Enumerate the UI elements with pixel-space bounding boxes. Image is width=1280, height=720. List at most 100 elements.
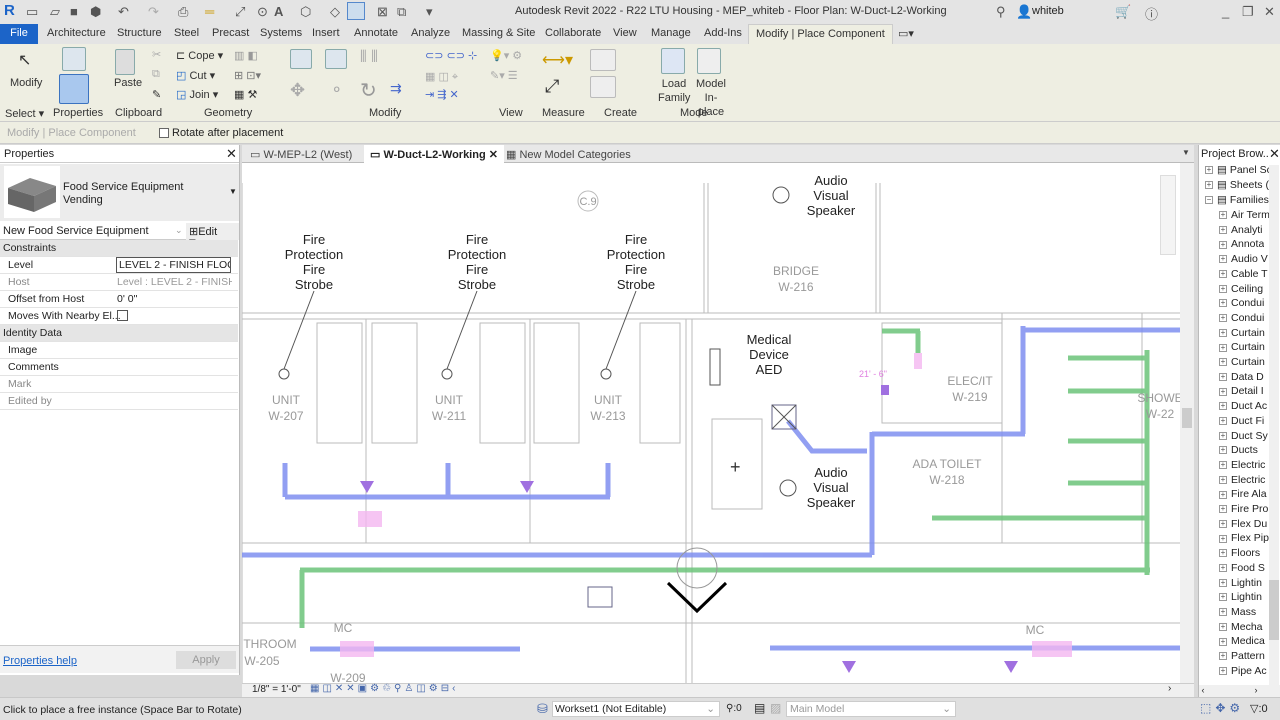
audio-visual-speaker-symbol[interactable] [779,479,797,497]
design-option-dropdown[interactable]: Main Model ⌄ [786,701,956,717]
browser-hscrollbar[interactable]: ‹ › [1199,685,1280,697]
browser-family-category[interactable]: + Annota [1219,238,1264,250]
binoculars-icon[interactable]: ⚲ [996,4,1006,20]
3d-view-icon[interactable]: ⬡ [300,4,311,20]
tag-icon[interactable]: ⊙ [257,4,268,20]
browser-family-category[interactable]: + Ducts [1219,444,1258,456]
load-family-icon[interactable] [661,48,685,74]
print-icon[interactable]: ⎙ [178,4,188,20]
audio-visual-speaker-symbol[interactable] [772,186,790,204]
minimize-icon[interactable]: _ [1222,4,1229,19]
cut-button[interactable]: ◰ Cut ▾ [176,69,215,82]
geometry-tools-icon[interactable]: ▥ ◧ [234,49,258,62]
expand-icon[interactable]: + [1219,505,1227,514]
browser-node-families[interactable]: − ▤ Families [1205,194,1269,206]
browser-family-category[interactable]: + Air Term [1219,209,1270,221]
browser-family-category[interactable]: + Cable T [1219,268,1268,280]
expand-icon[interactable]: + [1219,549,1227,558]
expand-icon[interactable]: + [1219,299,1227,308]
navigation-bar[interactable] [1160,175,1176,255]
modify-cursor-icon[interactable]: ↖ [18,50,31,70]
trim-icon[interactable]: ⇉ [390,80,402,97]
filter-icon[interactable]: ▽:0 [1250,702,1268,715]
browser-family-category[interactable]: + Lightin [1219,577,1262,589]
tab-collaborate[interactable]: Collaborate [545,27,601,39]
vertical-scrollbar[interactable] [1180,163,1194,683]
property-row[interactable]: Image [0,342,238,359]
override-icons[interactable]: ✎▾ ☰ [490,69,518,82]
expand-icon[interactable]: + [1219,284,1227,293]
expand-icon[interactable]: + [1219,666,1227,675]
copy-icon[interactable]: ⧉ [152,68,160,81]
expand-icon[interactable]: + [1219,240,1227,249]
browser-family-category[interactable]: + Curtain [1219,356,1265,368]
load-family-button[interactable]: Load Family [658,77,690,105]
folder-icon[interactable]: ▱ [50,4,60,20]
expand-icon[interactable]: + [1219,343,1227,352]
design-option-icon[interactable]: ▨ [770,701,781,715]
selection-settings-icons[interactable]: ⬚✥⚙ [1200,701,1244,715]
open-icon[interactable]: ▭ [26,4,38,20]
split-face-icon[interactable]: ⊞ ⊡▾ [234,69,261,82]
browser-family-category[interactable]: + Ceiling [1219,283,1263,295]
browser-family-category[interactable]: + Food S [1219,562,1265,574]
customize-qat-icon[interactable]: ▾ [426,4,433,20]
properties-help-link[interactable]: Properties help [3,655,77,667]
browser-family-category[interactable]: + Electric [1219,474,1265,486]
close-hidden-icon[interactable]: ⊠ [377,4,388,20]
browser-family-category[interactable]: + Flex Du [1219,518,1267,530]
help-icon[interactable]: ⓘ [1145,4,1158,23]
thin-lines-icon[interactable] [347,2,365,20]
select-panel-dropdown[interactable]: Select ▾ [5,107,44,120]
user-icon[interactable]: 👤 [1016,4,1032,20]
expand-icon[interactable]: + [1219,622,1227,631]
properties-toggle-icon[interactable] [59,74,89,104]
tab-insert[interactable]: Insert [312,27,340,39]
browser-family-category[interactable]: + Data D [1219,371,1264,383]
cope-button[interactable]: ⊏ Cope ▾ [176,49,223,62]
browser-family-category[interactable]: + Mecha [1219,621,1263,633]
group-constraints[interactable]: Constraints [0,240,238,257]
tab-modify-place-component[interactable]: Modify | Place Component [748,24,893,44]
expand-icon[interactable]: + [1219,314,1227,323]
view-scale[interactable]: 1/8" = 1'-0" [252,684,301,695]
view-icons[interactable]: 💡▾ ⚙ [490,49,522,62]
model-in-place-icon[interactable] [697,48,721,74]
user-name[interactable]: whiteb [1032,5,1064,17]
expand-icon[interactable]: + [1219,431,1227,440]
redo-icon[interactable]: ↷ [148,4,159,20]
browser-family-category[interactable]: + Fire Ala [1219,488,1267,500]
cart-icon[interactable]: 🛒 [1115,4,1131,20]
array-icons[interactable]: ▦ ◫ ⌖ [425,70,458,84]
tab-view[interactable]: View [613,27,637,39]
sync-icon[interactable]: ⬢ [90,4,101,20]
edit-type-button[interactable]: ⊞Edit Type [186,223,239,250]
tab-file[interactable]: File [0,24,38,44]
browser-family-category[interactable]: + Flex Pip [1219,532,1269,544]
text-icon[interactable]: A [274,4,283,19]
expand-icon[interactable]: + [1219,608,1227,617]
ducts[interactable] [242,326,1180,652]
tab-massing-site[interactable]: Massing & Site [462,27,535,39]
moves-with-nearby-checkbox[interactable] [117,310,128,321]
copy-element-icon[interactable]: ⚬ [330,80,343,100]
create-assembly-icon[interactable] [590,49,616,71]
rotate-icon[interactable]: ↻ [360,78,377,103]
match-type-icon[interactable]: ✎ [152,88,161,101]
type-selector[interactable]: Food Service Equipment Vending ▼ [0,164,239,221]
restore-icon[interactable]: ❐ [1242,4,1254,20]
browser-family-category[interactable]: + Duct Fi [1219,415,1264,427]
browser-family-category[interactable]: + Pipe Ac [1219,665,1267,677]
dimension-icon[interactable]: ⤢ [235,4,245,20]
type-dropdown-icon[interactable]: ▼ [229,187,237,196]
tab-add-ins[interactable]: Add-Ins [704,27,742,39]
selector-chevron-icon[interactable]: ⌄ [175,225,183,236]
family-types-icon[interactable] [62,47,86,71]
paint-icon[interactable]: ▦ ⚒ [234,88,257,101]
move-icon[interactable]: ✥ [290,80,305,101]
scroll-right-icon[interactable]: › [1168,683,1171,694]
tab-architecture[interactable]: Architecture [47,27,106,39]
expand-icon[interactable]: + [1219,578,1227,587]
expand-icon[interactable]: + [1219,270,1227,279]
join-button[interactable]: ◲ Join ▾ [176,88,218,101]
